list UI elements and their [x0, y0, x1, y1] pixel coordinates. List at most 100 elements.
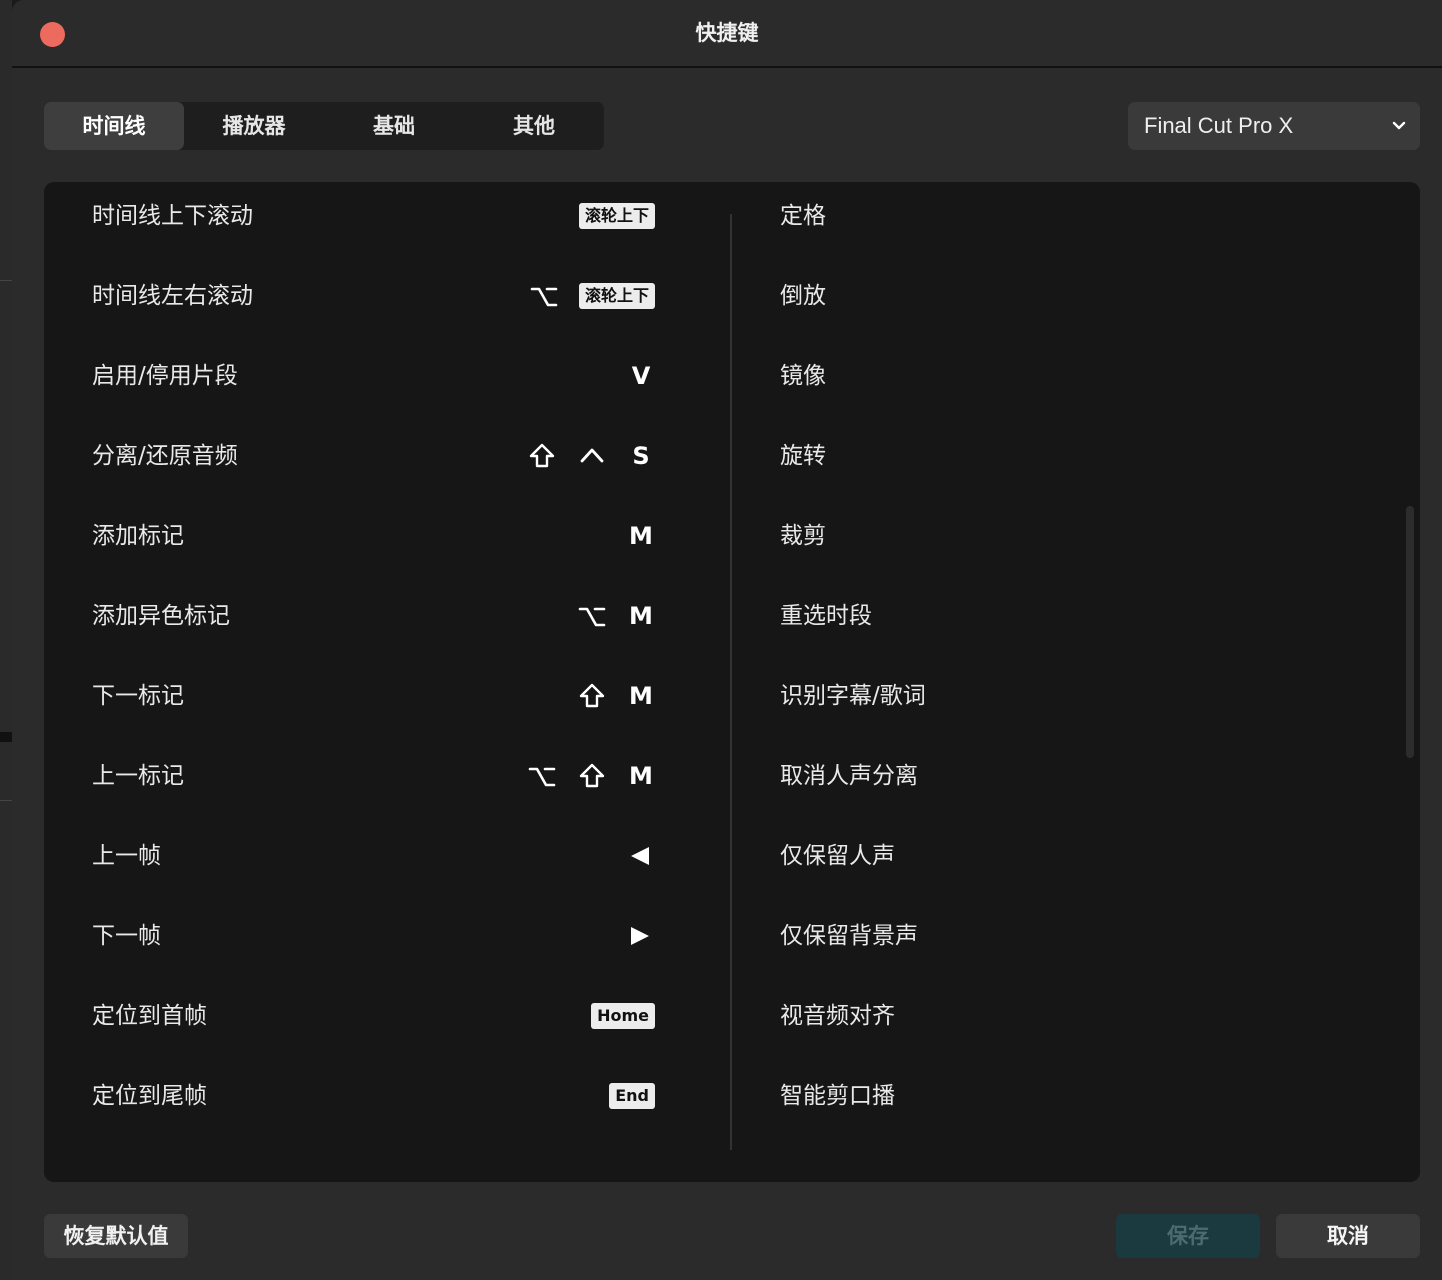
- shortcut-keys[interactable]: M: [627, 516, 655, 556]
- shift-key-icon: [579, 683, 605, 708]
- option-key-icon: [530, 287, 558, 307]
- background-divider: [0, 732, 12, 742]
- shortcut-name: 视音频对齐: [780, 1003, 895, 1029]
- dialog-title: 快捷键: [695, 21, 759, 45]
- key-label: S: [632, 442, 650, 470]
- shortcut-row[interactable]: 下一标记 M: [44, 676, 730, 716]
- shortcut-keys[interactable]: End: [609, 1076, 655, 1116]
- control-key-icon: [580, 448, 604, 463]
- option-key-icon: [528, 767, 556, 787]
- shortcut-name: 分离/还原音频: [92, 443, 238, 469]
- cancel-button[interactable]: 取消: [1276, 1214, 1420, 1258]
- shortcut-row[interactable]: 裁剪: [780, 516, 1380, 556]
- key-label: M: [629, 762, 653, 790]
- save-button[interactable]: 保存: [1116, 1214, 1260, 1258]
- shortcut-name: 时间线左右滚动: [92, 283, 253, 309]
- shortcut-row[interactable]: 定格: [780, 196, 1380, 236]
- shortcut-name: 上一标记: [92, 763, 184, 789]
- shortcut-name: 上一帧: [92, 843, 161, 869]
- shortcut-keys[interactable]: [625, 916, 655, 956]
- shortcut-row[interactable]: 智能剪口播: [780, 1076, 1380, 1116]
- shift-key-icon: [579, 763, 605, 788]
- scrollbar[interactable]: [1406, 506, 1414, 758]
- key-label: M: [629, 682, 653, 710]
- shortcut-name: 仅保留背景声: [780, 923, 918, 949]
- tab-other[interactable]: 其他: [464, 102, 604, 150]
- shortcut-name: 定位到首帧: [92, 1003, 207, 1029]
- restore-defaults-button[interactable]: 恢复默认值: [44, 1214, 188, 1258]
- shortcut-row[interactable]: 启用/停用片段 V: [44, 356, 730, 396]
- shortcut-list-panel: 时间线上下滚动 滚轮上下 时间线左右滚动 滚轮上下 启用/停用片段 V 分离/还原音频 S 添加…: [44, 182, 1420, 1182]
- shortcut-keys[interactable]: M: [527, 756, 655, 796]
- left-arrow-key-icon: [631, 847, 649, 865]
- shortcut-row[interactable]: 添加标记 M: [44, 516, 730, 556]
- shortcut-row[interactable]: 仅保留人声: [780, 836, 1380, 876]
- shortcut-name: 裁剪: [780, 523, 826, 549]
- shortcut-row[interactable]: 镜像: [780, 356, 1380, 396]
- tab-timeline[interactable]: 时间线: [44, 102, 184, 150]
- shortcut-name: 启用/停用片段: [92, 363, 238, 389]
- shortcut-row[interactable]: 识别字幕/歌词: [780, 676, 1380, 716]
- shortcut-row[interactable]: 重选时段: [780, 596, 1380, 636]
- shortcut-row[interactable]: 定位到尾帧 End: [44, 1076, 730, 1116]
- shortcut-row[interactable]: 时间线上下滚动 滚轮上下: [44, 196, 730, 236]
- close-button[interactable]: [40, 22, 65, 47]
- background-divider: [0, 280, 12, 281]
- preset-dropdown[interactable]: Final Cut Pro X: [1128, 102, 1420, 150]
- shortcut-name: 下一标记: [92, 683, 184, 709]
- shortcut-row[interactable]: 分离/还原音频 S: [44, 436, 730, 476]
- key-badge: 滚轮上下: [578, 203, 655, 229]
- key-badge: End: [609, 1083, 655, 1109]
- shortcut-row[interactable]: 定位到首帧 Home: [44, 996, 730, 1036]
- shortcut-name: 重选时段: [780, 603, 872, 629]
- shortcut-name: 添加标记: [92, 523, 184, 549]
- shortcut-row[interactable]: 倒放: [780, 276, 1380, 316]
- shortcut-row[interactable]: 旋转: [780, 436, 1380, 476]
- shortcut-row[interactable]: 取消人声分离: [780, 756, 1380, 796]
- shortcut-name: 识别字幕/歌词: [780, 683, 926, 709]
- shortcut-keys[interactable]: M: [577, 676, 655, 716]
- shortcut-keys[interactable]: Home: [591, 996, 655, 1036]
- shortcut-name: 添加异色标记: [92, 603, 230, 629]
- shortcut-row[interactable]: 仅保留背景声: [780, 916, 1380, 956]
- option-key-icon: [578, 607, 606, 627]
- preset-value: Final Cut Pro X: [1144, 113, 1294, 138]
- key-label: M: [629, 602, 653, 630]
- shortcut-keys[interactable]: 滚轮上下: [578, 196, 655, 236]
- shortcut-name: 定位到尾帧: [92, 1083, 207, 1109]
- shortcut-name: 定格: [780, 203, 826, 229]
- shortcut-name: 下一帧: [92, 923, 161, 949]
- tab-basic[interactable]: 基础: [324, 102, 464, 150]
- shortcut-row[interactable]: 上一标记 M: [44, 756, 730, 796]
- shortcut-name: 取消人声分离: [780, 763, 918, 789]
- shortcut-name: 倒放: [780, 283, 826, 309]
- key-badge: Home: [591, 1003, 655, 1029]
- key-label: M: [629, 522, 653, 550]
- shortcut-row[interactable]: 上一帧: [44, 836, 730, 876]
- shortcut-row[interactable]: 时间线左右滚动 滚轮上下: [44, 276, 730, 316]
- shift-key-icon: [529, 443, 555, 468]
- shortcut-keys[interactable]: M: [577, 596, 655, 636]
- right-arrow-key-icon: [631, 927, 649, 945]
- shortcut-name: 时间线上下滚动: [92, 203, 253, 229]
- shortcut-keys[interactable]: V: [627, 356, 655, 396]
- column-divider: [730, 214, 732, 1150]
- shortcut-name: 智能剪口播: [780, 1083, 895, 1109]
- background-window-edge: [0, 0, 12, 1280]
- shortcut-name: 旋转: [780, 443, 826, 469]
- tab-bar: 时间线 播放器 基础 其他: [44, 102, 604, 150]
- shortcut-keys[interactable]: 滚轮上下: [529, 276, 655, 316]
- shortcut-keys[interactable]: S: [527, 436, 655, 476]
- shortcut-name: 仅保留人声: [780, 843, 895, 869]
- background-divider: [0, 800, 12, 801]
- shortcut-row[interactable]: 添加异色标记 M: [44, 596, 730, 636]
- shortcut-keys[interactable]: [625, 836, 655, 876]
- tab-player[interactable]: 播放器: [184, 102, 324, 150]
- title-bar: 快捷键: [12, 0, 1442, 68]
- key-label: V: [631, 362, 651, 390]
- shortcut-row[interactable]: 视音频对齐: [780, 996, 1380, 1036]
- key-badge: 滚轮上下: [578, 283, 655, 309]
- chevron-down-icon: [1392, 121, 1406, 130]
- shortcuts-dialog: 快捷键 时间线 播放器 基础 其他 Final Cut Pro X 时间线上下滚…: [12, 0, 1442, 1280]
- shortcut-row[interactable]: 下一帧: [44, 916, 730, 956]
